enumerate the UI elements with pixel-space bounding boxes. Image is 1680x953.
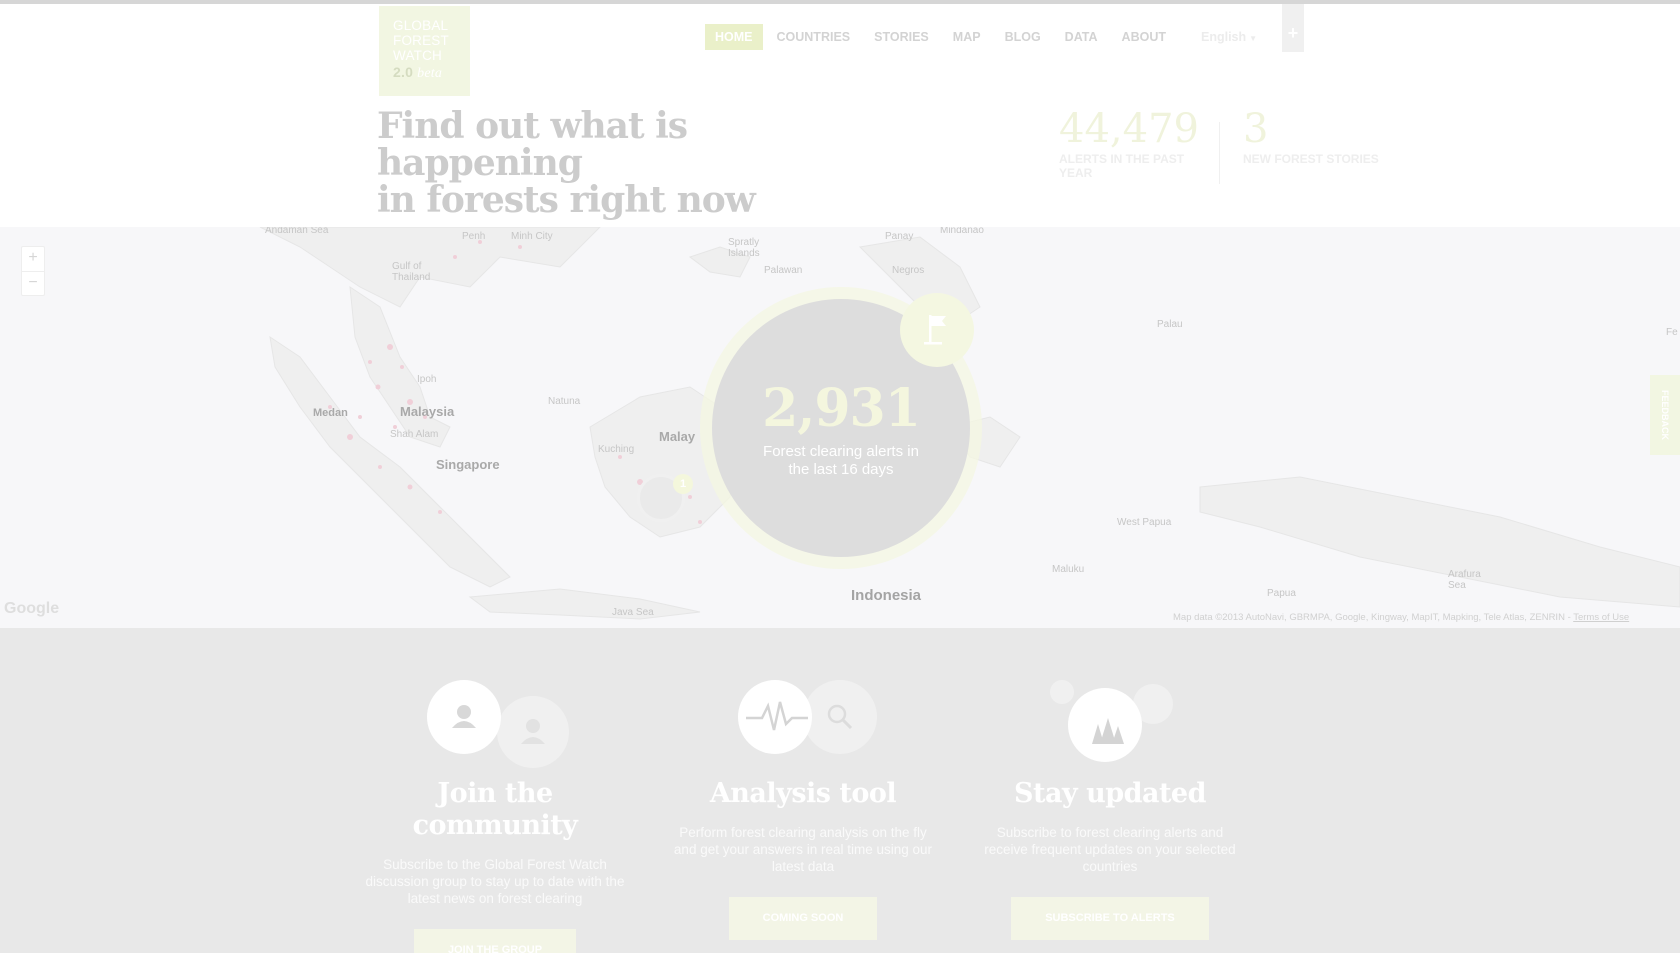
feature-title: Stay updated: [1014, 778, 1206, 809]
feature-updates: Stay updated Subscribe to forest clearin…: [970, 628, 1250, 940]
user-bubble-primary: [427, 680, 501, 754]
map-label-natuna: Natuna: [548, 396, 581, 407]
nav-stories[interactable]: Stories: [864, 24, 939, 50]
map-label-west-papua: West Papua: [1117, 517, 1172, 528]
story-count-badge: 1: [673, 474, 693, 494]
map-label-palau: Palau: [1157, 319, 1183, 330]
trees-icon: [1092, 718, 1124, 744]
nav-countries[interactable]: Countries: [767, 24, 861, 50]
map-label-singapore: Singapore: [436, 457, 500, 472]
map-attribution: Map data ©2013 AutoNavi, GBRMPA, Google,…: [1173, 612, 1630, 623]
map-label-kuching: Kuching: [598, 444, 635, 455]
community-icons: [355, 628, 635, 778]
map-label-java-sea: Java Sea: [612, 607, 654, 618]
chevron-down-icon: ▼: [1249, 34, 1258, 43]
attribution-text: Map data ©2013 AutoNavi, GBRMPA, Google,…: [1173, 612, 1565, 623]
version-number: 2.0: [393, 64, 414, 80]
logo-line-3: Watch: [393, 48, 442, 63]
zoom-in-button[interactable]: +: [22, 247, 44, 271]
feature-description: Subscribe to forest clearing alerts and …: [984, 825, 1236, 874]
feature-title: Join the community: [412, 778, 578, 841]
zoom-out-button[interactable]: −: [22, 271, 44, 295]
pulse-chart-icon: [746, 701, 808, 731]
site-header: Global Forest Watch 2.0 beta Home Countr…: [0, 4, 1680, 227]
map-label-shah-alam: Shah Alam: [390, 429, 439, 440]
feature-description: Perform forest clearing analysis on the …: [673, 825, 933, 874]
forest-map[interactable]: Andaman Sea Penh Minh City Spratly Islan…: [0, 227, 1680, 628]
feature-title: Analysis tool: [709, 778, 897, 809]
nav-home[interactable]: Home: [705, 24, 763, 50]
gfw-logo[interactable]: Global Forest Watch 2.0 beta: [379, 6, 470, 96]
feedback-tab[interactable]: FEEDBACK: [1650, 375, 1680, 455]
pulse-bubble: [738, 680, 812, 754]
map-label-papua: Papua: [1267, 588, 1296, 599]
stat-stories-label: New forest stories: [1243, 152, 1379, 166]
alerts-caption: Forest clearing alerts in the last 16 da…: [763, 443, 919, 478]
user-icon: [452, 705, 476, 728]
search-icon: [827, 704, 853, 730]
expand-plus-button[interactable]: +: [1282, 4, 1304, 52]
google-logo: Google: [4, 600, 60, 617]
subscribe-alerts-button[interactable]: Subscribe to alerts: [1011, 897, 1209, 940]
zoom-control: + −: [21, 246, 45, 296]
analysis-icons: [663, 628, 943, 778]
trees-bubble: [1068, 688, 1142, 762]
map-label-maluku: Maluku: [1052, 564, 1085, 575]
alerts-count: 2,931: [762, 378, 921, 439]
map-label-spratly-islands: Spratly Islands: [728, 237, 760, 259]
feature-description: Subscribe to the Global Forest Watch dis…: [365, 857, 625, 906]
beta-label: beta: [417, 66, 443, 81]
coming-soon-button[interactable]: Coming soon: [728, 897, 878, 940]
logo-version: 2.0 beta: [393, 64, 470, 82]
stat-stories-number: 3: [1243, 106, 1269, 152]
map-label-palawan: Palawan: [764, 265, 803, 276]
map-label-malaysia: Malaysia: [400, 404, 455, 419]
features-section: Join the community Subscribe to the Glob…: [0, 628, 1680, 953]
nav-map[interactable]: Map: [943, 24, 991, 50]
map-label-gulf-of-thailand: Gulf of Thailand: [392, 261, 431, 283]
stat-divider: [1219, 122, 1220, 184]
user-bubble-secondary: [497, 696, 569, 768]
main-nav: Home Countries Stories Map Blog Data Abo…: [705, 24, 1180, 50]
map-label-indonesia: Indonesia: [851, 587, 922, 604]
flag-story-button[interactable]: [900, 293, 974, 367]
stat-alerts: 44,479 Alerts in the past year: [1059, 106, 1199, 180]
headline-line-2: in forests right now: [377, 179, 756, 221]
map-label-phnom-penh: Penh: [462, 231, 486, 242]
stat-alerts-label: Alerts in the past year: [1059, 152, 1185, 180]
map-label-ho-chi-minh: Minh City: [511, 231, 553, 242]
feature-community: Join the community Subscribe to the Glob…: [355, 628, 635, 953]
stat-alerts-number: 44,479: [1059, 106, 1199, 152]
terms-of-use-link[interactable]: Terms of Use: [1573, 612, 1629, 623]
nav-blog[interactable]: Blog: [995, 24, 1051, 50]
map-label-fe: Fe: [1666, 327, 1678, 338]
feature-analysis: Analysis tool Perform forest clearing an…: [663, 628, 943, 940]
map-label-arafura-sea: Arafura Sea: [1448, 569, 1481, 591]
nav-about[interactable]: About: [1112, 24, 1176, 50]
nav-data[interactable]: Data: [1055, 24, 1108, 50]
join-group-button[interactable]: Join the group: [413, 929, 577, 953]
language-label: English: [1201, 30, 1247, 44]
logo-line-1: Global: [393, 18, 449, 33]
stat-stories: 3 New forest stories: [1243, 106, 1383, 166]
map-label-negros: Negros: [892, 265, 925, 276]
logo-line-2: Forest: [393, 33, 449, 48]
page-headline: Find out what is happening in forests ri…: [377, 108, 897, 219]
headline-line-1: Find out what is happening: [377, 105, 688, 184]
map-label-medan: Medan: [313, 407, 348, 419]
updates-icons: [970, 628, 1250, 778]
map-label-panay: Panay: [885, 231, 914, 242]
map-label-ipoh: Ipoh: [417, 374, 437, 385]
map-label-mindanao: Mindanao: [940, 227, 984, 236]
language-selector[interactable]: English ▼: [1201, 24, 1257, 50]
map-label-malay: Malay: [659, 429, 696, 444]
user-icon: [521, 719, 545, 744]
map-label-andaman-sea: Andaman Sea: [265, 227, 329, 236]
flag-icon: [924, 315, 946, 345]
search-bubble: [803, 680, 877, 754]
